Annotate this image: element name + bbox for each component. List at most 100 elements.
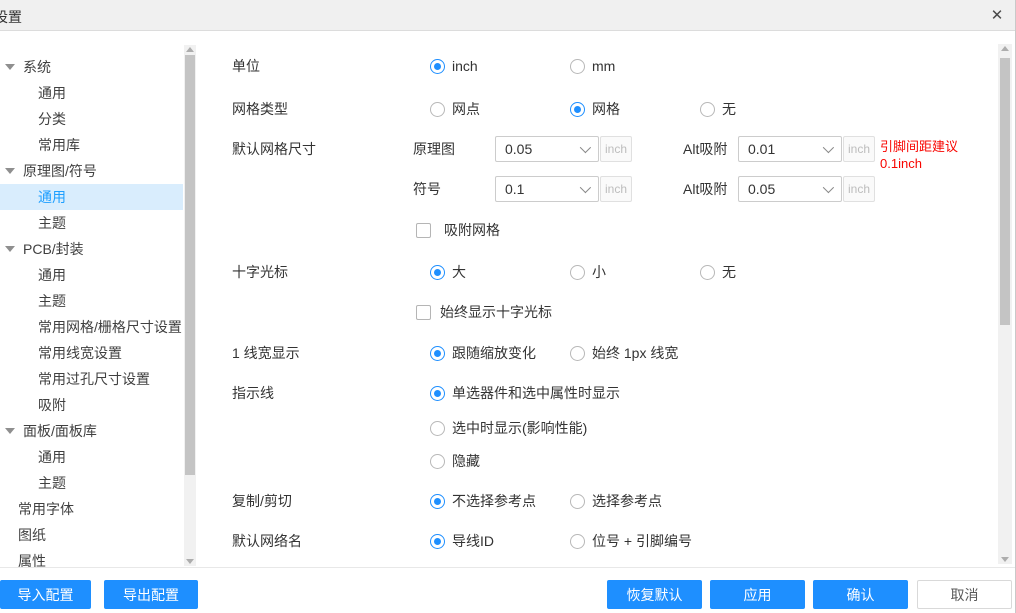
- indicator-row-2: 选中时显示(影响性能): [197, 419, 991, 437]
- import-config-button[interactable]: 导入配置: [0, 580, 91, 609]
- indicator-row: 指示线 单选器件和选中属性时显示: [197, 384, 991, 402]
- scroll-down-icon[interactable]: [186, 559, 194, 564]
- radio-checked-icon: [430, 346, 445, 361]
- copy-cut-label: 复制/剪切: [232, 491, 292, 511]
- sidebar-item-label: 系统: [23, 57, 51, 77]
- sidebar-item-schematic-theme[interactable]: 主题: [0, 210, 183, 236]
- scroll-up-icon[interactable]: [186, 47, 194, 52]
- main-scrollbar-thumb[interactable]: [1000, 58, 1010, 325]
- grid-type-label: 网格类型: [232, 99, 288, 119]
- settings-tree: 系统 通用 分类 常用库 原理图/符号 通用 主题 PCB/封装 通用 主题 常…: [0, 54, 183, 568]
- caret-down-icon: [5, 428, 15, 434]
- symbol-alt-snap-select[interactable]: 0.05: [738, 176, 842, 202]
- chevron-down-icon: [580, 182, 591, 193]
- schematic-alt-snap-unit: inch: [843, 136, 875, 162]
- scroll-down-icon[interactable]: [1001, 557, 1009, 562]
- radio-checked-icon: [430, 494, 445, 509]
- copy-cut-option-ref[interactable]: 选择参考点: [570, 491, 662, 511]
- sidebar-item-label: 原理图/符号: [23, 161, 97, 181]
- sidebar-item-properties[interactable]: 属性: [0, 548, 183, 568]
- sidebar-item-panel[interactable]: 面板/面板库: [0, 418, 183, 444]
- sidebar-item-pcb-snap[interactable]: 吸附: [0, 392, 183, 418]
- sidebar-scrollbar-thumb[interactable]: [185, 55, 195, 475]
- symbol-sublabel: 符号: [413, 179, 441, 199]
- sidebar-item-schematic-general[interactable]: 通用: [0, 184, 183, 210]
- line-width-label: 1 线宽显示: [232, 343, 300, 363]
- symbol-grid-unit: inch: [600, 176, 632, 202]
- caret-down-icon: [5, 64, 15, 70]
- schematic-grid-select[interactable]: 0.05: [495, 136, 599, 162]
- sidebar-item-sheet[interactable]: 图纸: [0, 522, 183, 548]
- radio-icon: [700, 265, 715, 280]
- copy-cut-row: 复制/剪切 不选择参考点 选择参考点: [197, 492, 991, 510]
- radio-checked-icon: [430, 265, 445, 280]
- sidebar-item-system[interactable]: 系统: [0, 54, 183, 80]
- sidebar-item-pcb-line-width[interactable]: 常用线宽设置: [0, 340, 183, 366]
- sidebar-item-system-common-lib[interactable]: 常用库: [0, 132, 183, 158]
- net-name-option-wire-id[interactable]: 导线ID: [430, 531, 494, 551]
- schematic-alt-snap-select[interactable]: 0.01: [738, 136, 842, 162]
- chevron-down-icon: [580, 142, 591, 153]
- pin-pitch-hint: 引脚间距建议 0.1inch: [880, 138, 958, 172]
- radio-icon: [430, 102, 445, 117]
- sidebar-item-pcb-via-size[interactable]: 常用过孔尺寸设置: [0, 366, 183, 392]
- crosshair-option-large[interactable]: 大: [430, 262, 466, 282]
- snap-grid-row: 吸附网格: [197, 221, 991, 239]
- sidebar-item-pcb-footprint[interactable]: PCB/封装: [0, 236, 183, 262]
- sidebar-item-schematic-symbol[interactable]: 原理图/符号: [0, 158, 183, 184]
- sidebar-item-pcb-theme[interactable]: 主题: [0, 288, 183, 314]
- apply-button[interactable]: 应用: [710, 580, 805, 609]
- sidebar-item-label: 主题: [38, 213, 66, 233]
- sidebar-scrollbar[interactable]: [184, 45, 196, 566]
- restore-defaults-button[interactable]: 恢复默认: [607, 580, 702, 609]
- crosshair-option-none[interactable]: 无: [700, 262, 736, 282]
- indicator-row-3: 隐藏: [197, 452, 991, 470]
- copy-cut-option-no-ref[interactable]: 不选择参考点: [430, 491, 536, 511]
- sidebar-item-pcb-general[interactable]: 通用: [0, 262, 183, 288]
- sidebar-item-label: 面板/面板库: [23, 421, 97, 441]
- default-grid-symbol-row: 符号 0.1 inch Alt吸附 0.05 inch: [197, 176, 991, 202]
- indicator-option-hidden[interactable]: 隐藏: [430, 451, 480, 471]
- unit-option-inch[interactable]: inch: [430, 58, 478, 74]
- sidebar-item-panel-general[interactable]: 通用: [0, 444, 183, 470]
- sidebar-item-system-general[interactable]: 通用: [0, 80, 183, 106]
- sidebar-item-pcb-grid-size[interactable]: 常用网格/栅格尺寸设置: [0, 314, 183, 340]
- chevron-down-icon: [823, 142, 834, 153]
- sidebar-item-label: 常用过孔尺寸设置: [38, 369, 150, 389]
- default-grid-schematic-row: 默认网格尺寸 原理图 0.05 inch Alt吸附 0.01 inch: [197, 136, 991, 162]
- indicator-label: 指示线: [232, 383, 274, 403]
- unit-label: 单位: [232, 56, 260, 76]
- grid-type-option-grid[interactable]: 网格: [570, 99, 620, 119]
- always-show-crosshair-checkbox[interactable]: 始终显示十字光标: [416, 302, 552, 322]
- symbol-alt-snap-label: Alt吸附: [683, 179, 727, 199]
- indicator-option-on-select[interactable]: 选中时显示(影响性能): [430, 418, 587, 438]
- sidebar-item-label: 通用: [38, 187, 66, 207]
- crosshair-label: 十字光标: [232, 262, 288, 282]
- sidebar-item-common-fonts[interactable]: 常用字体: [0, 496, 183, 522]
- export-config-button[interactable]: 导出配置: [104, 580, 198, 609]
- radio-icon: [700, 102, 715, 117]
- close-icon[interactable]: ✕: [988, 6, 1006, 24]
- crosshair-option-small[interactable]: 小: [570, 262, 606, 282]
- main-scrollbar[interactable]: [998, 44, 1012, 564]
- line-width-option-zoom[interactable]: 跟随缩放变化: [430, 343, 536, 363]
- grid-type-option-none[interactable]: 无: [700, 99, 736, 119]
- sidebar-item-system-category[interactable]: 分类: [0, 106, 183, 132]
- net-name-label: 默认网络名: [232, 531, 302, 551]
- radio-icon: [570, 265, 585, 280]
- unit-row: 单位 inch mm: [197, 57, 991, 75]
- confirm-button[interactable]: 确认: [813, 580, 908, 609]
- radio-icon: [430, 421, 445, 436]
- line-width-option-1px[interactable]: 始终 1px 线宽: [570, 343, 678, 363]
- sidebar-item-panel-theme[interactable]: 主题: [0, 470, 183, 496]
- always-show-crosshair-row: 始终显示十字光标: [197, 303, 991, 321]
- cancel-button[interactable]: 取消: [917, 580, 1012, 609]
- scroll-up-icon[interactable]: [1001, 46, 1009, 51]
- radio-icon: [570, 59, 585, 74]
- net-name-option-designator-pin[interactable]: 位号 + 引脚编号: [570, 531, 692, 551]
- unit-option-mm[interactable]: mm: [570, 58, 615, 74]
- grid-type-option-dots[interactable]: 网点: [430, 99, 480, 119]
- indicator-option-single-select[interactable]: 单选器件和选中属性时显示: [430, 383, 620, 403]
- snap-grid-checkbox[interactable]: 吸附网格: [416, 220, 500, 240]
- symbol-grid-select[interactable]: 0.1: [495, 176, 599, 202]
